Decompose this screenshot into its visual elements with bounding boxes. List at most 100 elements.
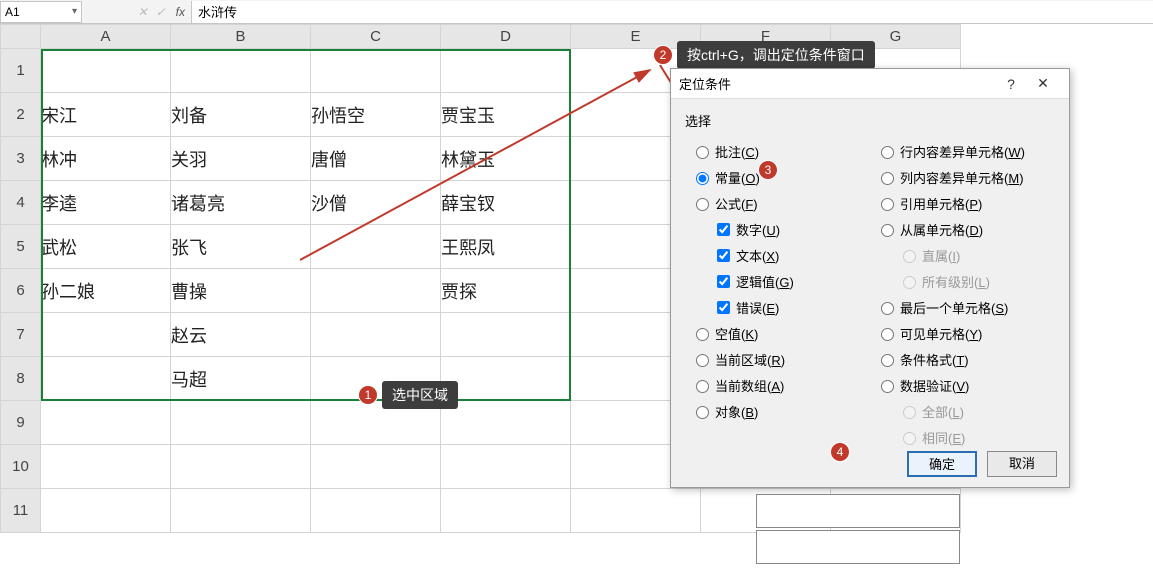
cell-C2[interactable]: 孙悟空 (311, 93, 441, 137)
row-header-3[interactable]: 3 (1, 137, 41, 181)
cell-B3[interactable]: 关羽 (171, 137, 311, 181)
name-box[interactable]: A1 ▾ (0, 1, 82, 23)
cell-D6[interactable]: 贾探 (441, 269, 571, 313)
fx-label[interactable]: fx (176, 5, 185, 19)
cell-D8[interactable] (441, 357, 571, 401)
row-header-1[interactable]: 1 (1, 49, 41, 93)
cell-A2[interactable]: 宋江 (41, 93, 171, 137)
cell-A4[interactable]: 李逵 (41, 181, 171, 225)
cell-A1[interactable]: 水浒传 (41, 49, 171, 93)
row-header-8[interactable]: 8 (1, 357, 41, 401)
option-当前区域r[interactable]: 当前区域(R) (685, 346, 870, 372)
cell-A10[interactable] (41, 445, 171, 489)
row-header-6[interactable]: 6 (1, 269, 41, 313)
cell-A8[interactable] (41, 357, 171, 401)
option-数字u[interactable]: 数字(U) (685, 216, 870, 242)
radio-0[interactable] (696, 146, 709, 159)
help-icon[interactable]: ? (997, 76, 1025, 92)
checkbox-3[interactable] (717, 223, 730, 236)
cell-D9[interactable] (441, 401, 571, 445)
option-空值k[interactable]: 空值(K) (685, 320, 870, 346)
checkbox-5[interactable] (717, 275, 730, 288)
checkbox-4[interactable] (717, 249, 730, 262)
cell-D2[interactable]: 贾宝玉 (441, 93, 571, 137)
cell-B8[interactable]: 马超 (171, 357, 311, 401)
option-逻辑值g[interactable]: 逻辑值(G) (685, 268, 870, 294)
option-文本x[interactable]: 文本(X) (685, 242, 870, 268)
row-header-2[interactable]: 2 (1, 93, 41, 137)
radio-2[interactable] (696, 198, 709, 211)
cell-C4[interactable]: 沙僧 (311, 181, 441, 225)
radio-1[interactable] (881, 172, 894, 185)
cell-A3[interactable]: 林冲 (41, 137, 171, 181)
cell-C5[interactable] (311, 225, 441, 269)
col-header-D[interactable]: D (441, 25, 571, 49)
row-header-11[interactable]: 11 (1, 489, 41, 533)
radio-8[interactable] (881, 354, 894, 367)
cell-B7[interactable]: 赵云 (171, 313, 311, 357)
cell-D10[interactable] (441, 445, 571, 489)
cell-A5[interactable]: 武松 (41, 225, 171, 269)
col-header-B[interactable]: B (171, 25, 311, 49)
row-header-4[interactable]: 4 (1, 181, 41, 225)
option-从属单元格d[interactable]: 从属单元格(D) (870, 216, 1055, 242)
cell-D5[interactable]: 王熙凤 (441, 225, 571, 269)
option-条件格式t[interactable]: 条件格式(T) (870, 346, 1055, 372)
cell-D11[interactable] (441, 489, 571, 533)
cell-C1[interactable]: 西游记 (311, 49, 441, 93)
cell-A6[interactable]: 孙二娘 (41, 269, 171, 313)
option-当前数组a[interactable]: 当前数组(A) (685, 372, 870, 398)
cell-B9[interactable] (171, 401, 311, 445)
radio-7[interactable] (881, 328, 894, 341)
checkbox-6[interactable] (717, 301, 730, 314)
radio-3[interactable] (881, 224, 894, 237)
cell-B10[interactable] (171, 445, 311, 489)
formula-input[interactable]: 水浒传 (192, 1, 1153, 23)
col-header-C[interactable]: C (311, 25, 441, 49)
radio-8[interactable] (696, 354, 709, 367)
radio-6[interactable] (881, 302, 894, 315)
cell-C3[interactable]: 唐僧 (311, 137, 441, 181)
cell-A9[interactable] (41, 401, 171, 445)
cell-B5[interactable]: 张飞 (171, 225, 311, 269)
cell-C7[interactable] (311, 313, 441, 357)
ok-button[interactable]: 确定 (907, 451, 977, 477)
row-header-10[interactable]: 10 (1, 445, 41, 489)
row-header-9[interactable]: 9 (1, 401, 41, 445)
cancel-button[interactable]: 取消 (987, 451, 1057, 477)
name-box-dropdown-icon[interactable]: ▾ (72, 6, 77, 17)
option-可见单元格y[interactable]: 可见单元格(Y) (870, 320, 1055, 346)
radio-0[interactable] (881, 146, 894, 159)
cell-A7[interactable] (41, 313, 171, 357)
cell-E11[interactable] (571, 489, 701, 533)
row-header-5[interactable]: 5 (1, 225, 41, 269)
select-all-corner[interactable] (1, 25, 41, 49)
cell-B2[interactable]: 刘备 (171, 93, 311, 137)
cell-A11[interactable] (41, 489, 171, 533)
option-最后一个单元格s[interactable]: 最后一个单元格(S) (870, 294, 1055, 320)
option-错误e[interactable]: 错误(E) (685, 294, 870, 320)
option-公式f[interactable]: 公式(F) (685, 190, 870, 216)
col-header-A[interactable]: A (41, 25, 171, 49)
radio-1[interactable] (696, 172, 709, 185)
radio-9[interactable] (881, 380, 894, 393)
option-引用单元格p[interactable]: 引用单元格(P) (870, 190, 1055, 216)
cell-B11[interactable] (171, 489, 311, 533)
cell-C6[interactable] (311, 269, 441, 313)
close-icon[interactable]: ✕ (1025, 75, 1061, 92)
option-数据验证v[interactable]: 数据验证(V) (870, 372, 1055, 398)
radio-7[interactable] (696, 328, 709, 341)
radio-2[interactable] (881, 198, 894, 211)
option-列内容差异单元格m[interactable]: 列内容差异单元格(M) (870, 164, 1055, 190)
cell-B1[interactable]: 三国演义 (171, 49, 311, 93)
cell-D4[interactable]: 薛宝钗 (441, 181, 571, 225)
option-对象b[interactable]: 对象(B) (685, 398, 870, 424)
radio-9[interactable] (696, 380, 709, 393)
row-header-7[interactable]: 7 (1, 313, 41, 357)
cell-D3[interactable]: 林黛玉 (441, 137, 571, 181)
cell-C10[interactable] (311, 445, 441, 489)
cell-B4[interactable]: 诸葛亮 (171, 181, 311, 225)
cell-D1[interactable]: 红楼梦 (441, 49, 571, 93)
cell-B6[interactable]: 曹操 (171, 269, 311, 313)
cell-D7[interactable] (441, 313, 571, 357)
